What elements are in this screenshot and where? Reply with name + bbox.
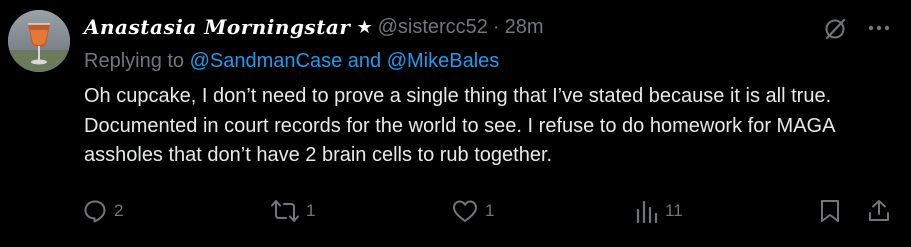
grok-icon[interactable] <box>822 16 848 42</box>
name-badge: ★ <box>356 16 373 38</box>
repost-count: 1 <box>306 201 316 220</box>
avatar-image <box>8 10 70 72</box>
avatar[interactable] <box>8 10 70 72</box>
separator-dot: · <box>492 15 500 38</box>
like-button[interactable]: 1 <box>451 196 494 226</box>
like-count: 1 <box>485 201 495 220</box>
views-icon <box>636 200 658 224</box>
reply-count: 2 <box>114 201 124 220</box>
replying-prefix: Replying to <box>84 50 190 72</box>
views-count: 11 <box>665 201 683 220</box>
share-icon <box>869 200 889 221</box>
action-bar: 2 1 1 11 <box>82 196 897 226</box>
handle[interactable]: @sistercc52 <box>378 16 488 39</box>
mention-link-2[interactable]: @MikeBales <box>387 50 500 72</box>
share-button[interactable] <box>866 196 892 226</box>
display-name[interactable]: Anastasia Morningstar <box>84 15 350 39</box>
reply-context: Replying to @SandmanCase and @MikeBales <box>84 50 499 73</box>
tweet-text: Oh cupcake, I don’t need to prove a sing… <box>84 85 835 166</box>
tweet[interactable]: Anastasia Morningstar ★ @sistercc52 · 28… <box>0 0 911 247</box>
tweet-header: Anastasia Morningstar ★ @sistercc52 · 28… <box>84 12 544 42</box>
repost-icon <box>271 200 299 222</box>
bookmark-icon <box>821 200 839 222</box>
reply-button[interactable]: 2 <box>82 196 123 226</box>
timestamp[interactable]: 28m <box>505 16 544 39</box>
reply-icon <box>84 200 106 223</box>
views-button[interactable]: 11 <box>635 196 683 226</box>
bookmark-button[interactable] <box>818 196 842 226</box>
more-icon[interactable] <box>866 17 892 39</box>
mention-joiner: and <box>342 50 387 72</box>
repost-button[interactable]: 1 <box>270 196 315 226</box>
mention-link-1[interactable]: @SandmanCase <box>190 50 343 72</box>
like-icon <box>453 200 477 222</box>
